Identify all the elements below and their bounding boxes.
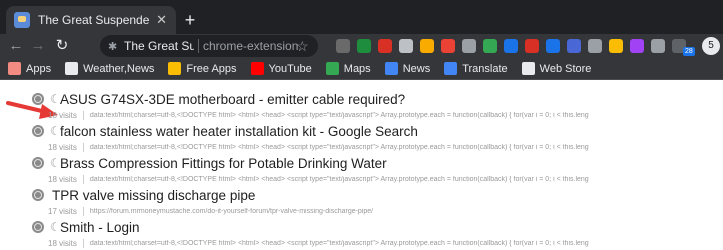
toolbar: ← → ↻ ✱ The Great Susp chrome-extension:… bbox=[0, 34, 723, 58]
list-item[interactable]: ☾ falcon stainless water heater installat… bbox=[32, 122, 722, 154]
globe-icon bbox=[32, 157, 44, 169]
ext-11-icon[interactable] bbox=[546, 39, 560, 53]
puzzle-icon: ✱ bbox=[108, 40, 118, 53]
address-bar[interactable]: ✱ The Great Susp chrome-extension://... bbox=[100, 35, 318, 57]
row-url: data:text/html;charset=utf-8,<!DOCTYPE h… bbox=[89, 143, 589, 151]
ext-1-icon[interactable] bbox=[336, 39, 350, 53]
bookmark-label: Translate bbox=[462, 62, 508, 75]
list-item[interactable]: ☾ Smith - Login 18 visits data:text/html;ch… bbox=[32, 218, 722, 250]
row-title-link[interactable]: falcon stainless water heater installati… bbox=[60, 124, 418, 139]
row-url: data:text/html;charset=utf-8,<!DOCTYPE h… bbox=[89, 111, 589, 119]
bookmark-news[interactable]: News bbox=[384, 62, 431, 75]
row-divider bbox=[82, 174, 84, 184]
ext-12-icon[interactable] bbox=[567, 39, 581, 53]
bookmark-label: YouTube bbox=[268, 62, 312, 75]
visit-count: 18 visits bbox=[48, 174, 77, 184]
recovery-content: ☾ ASUS G74SX-3DE motherboard - emitter ca… bbox=[0, 80, 723, 250]
profile-avatar[interactable]: 5 bbox=[702, 37, 720, 55]
bookmark-youtube[interactable]: YouTube bbox=[250, 62, 312, 75]
tab-close-icon[interactable]: ✕ bbox=[155, 12, 168, 28]
ext-2-icon[interactable] bbox=[357, 39, 371, 53]
row-divider bbox=[82, 206, 84, 216]
tab-title: The Great Suspender - Recovery bbox=[38, 13, 150, 27]
active-tab[interactable]: The Great Suspender - Recovery ✕ bbox=[6, 6, 176, 34]
bookmark-translate[interactable]: Translate bbox=[444, 62, 508, 75]
ext-9-icon[interactable] bbox=[504, 39, 518, 53]
bookmark-apps[interactable]: Apps bbox=[8, 62, 51, 75]
globe-icon bbox=[32, 93, 44, 105]
row-url: https://forum.mrmoneymustache.com/do-it-… bbox=[89, 207, 374, 215]
ext-16-icon[interactable] bbox=[651, 39, 665, 53]
suspended-moon-icon: ☾ bbox=[50, 220, 61, 234]
row-url: data:text/html;charset=utf-8,<!DOCTYPE h… bbox=[89, 175, 589, 183]
globe-icon bbox=[32, 221, 44, 233]
bookmark-web-store[interactable]: Web Store bbox=[521, 62, 592, 75]
row-title-link[interactable]: ASUS G74SX-3DE motherboard - emitter cab… bbox=[60, 92, 405, 107]
extension-badge: 28 bbox=[683, 47, 695, 56]
bookmark-favicon-icon bbox=[8, 62, 21, 75]
bookmark-favicon-icon bbox=[521, 62, 535, 75]
bookmark-label: Maps bbox=[343, 62, 371, 75]
tab-strip: The Great Suspender - Recovery ✕ + bbox=[0, 0, 723, 34]
bookmark-label: News bbox=[402, 62, 431, 75]
suspended-moon-icon: ☾ bbox=[50, 156, 61, 170]
suspended-moon-icon: ☾ bbox=[50, 92, 61, 106]
visit-count: 18 visits bbox=[48, 110, 77, 120]
row-title-link[interactable]: TPR valve missing discharge pipe bbox=[52, 188, 255, 203]
bookmark-maps[interactable]: Maps bbox=[325, 62, 371, 75]
bookmark-favicon-icon bbox=[250, 62, 264, 75]
bookmark-label: Free Apps bbox=[186, 62, 237, 75]
row-divider bbox=[82, 238, 84, 248]
bookmark-favicon-icon bbox=[325, 62, 339, 75]
bookmark-star-icon[interactable]: ☆ bbox=[296, 36, 309, 56]
ext-8-icon[interactable] bbox=[483, 39, 497, 53]
row-divider bbox=[82, 110, 84, 120]
ext-3-icon[interactable] bbox=[378, 39, 392, 53]
bookmark-favicon-icon bbox=[384, 62, 398, 75]
bookmark-favicon-icon bbox=[444, 62, 458, 75]
bookmarks-bar: Apps Weather,News Free Apps YouTube Maps News… bbox=[0, 58, 723, 80]
reload-button[interactable]: ↻ bbox=[52, 36, 72, 56]
bookmark-label: Weather,News bbox=[83, 62, 155, 75]
list-item[interactable]: TPR valve missing discharge pipe 17 visit… bbox=[32, 186, 722, 218]
bookmark-favicon-icon bbox=[65, 62, 79, 75]
list-item[interactable]: ☾ ASUS G74SX-3DE motherboard - emitter ca… bbox=[32, 90, 722, 122]
visit-count: 17 visits bbox=[48, 206, 77, 216]
bookmark-favicon-icon bbox=[168, 62, 182, 75]
row-title-link[interactable]: Brass Compression Fittings for Potable D… bbox=[60, 156, 387, 171]
ext-5-icon[interactable] bbox=[420, 39, 434, 53]
forward-button[interactable]: → bbox=[28, 36, 48, 56]
new-tab-button[interactable]: + bbox=[180, 10, 200, 30]
ext-7-icon[interactable] bbox=[462, 39, 476, 53]
row-title-link[interactable]: Smith - Login bbox=[60, 220, 140, 235]
ext-4-icon[interactable] bbox=[399, 39, 413, 53]
globe-icon bbox=[32, 189, 44, 201]
ext-6-icon[interactable] bbox=[441, 39, 455, 53]
visit-count: 18 visits bbox=[48, 238, 77, 248]
ext-13-icon[interactable] bbox=[588, 39, 602, 53]
back-button[interactable]: ← bbox=[6, 36, 26, 56]
omnibox-separator bbox=[198, 39, 199, 53]
ext-14-icon[interactable] bbox=[609, 39, 623, 53]
bookmark-label: Web Store bbox=[539, 62, 592, 75]
ext-10-icon[interactable] bbox=[525, 39, 539, 53]
visit-count: 18 visits bbox=[48, 142, 77, 152]
omnibox-url: chrome-extension://... bbox=[203, 39, 299, 53]
list-item[interactable]: ☾ Brass Compression Fittings for Potable … bbox=[32, 154, 722, 186]
globe-icon bbox=[32, 125, 44, 137]
row-url: data:text/html;charset=utf-8,<!DOCTYPE h… bbox=[89, 239, 589, 247]
bookmark-label: Apps bbox=[26, 62, 52, 75]
omnibox-page-title: The Great Susp bbox=[124, 39, 194, 53]
row-divider bbox=[82, 142, 84, 152]
ext-15-icon[interactable] bbox=[630, 39, 644, 53]
bookmark-weather-news[interactable]: Weather,News bbox=[65, 62, 154, 75]
suspended-moon-icon: ☾ bbox=[50, 124, 61, 138]
bookmark-free-apps[interactable]: Free Apps bbox=[168, 62, 237, 75]
great-suspender-icon bbox=[14, 12, 30, 28]
